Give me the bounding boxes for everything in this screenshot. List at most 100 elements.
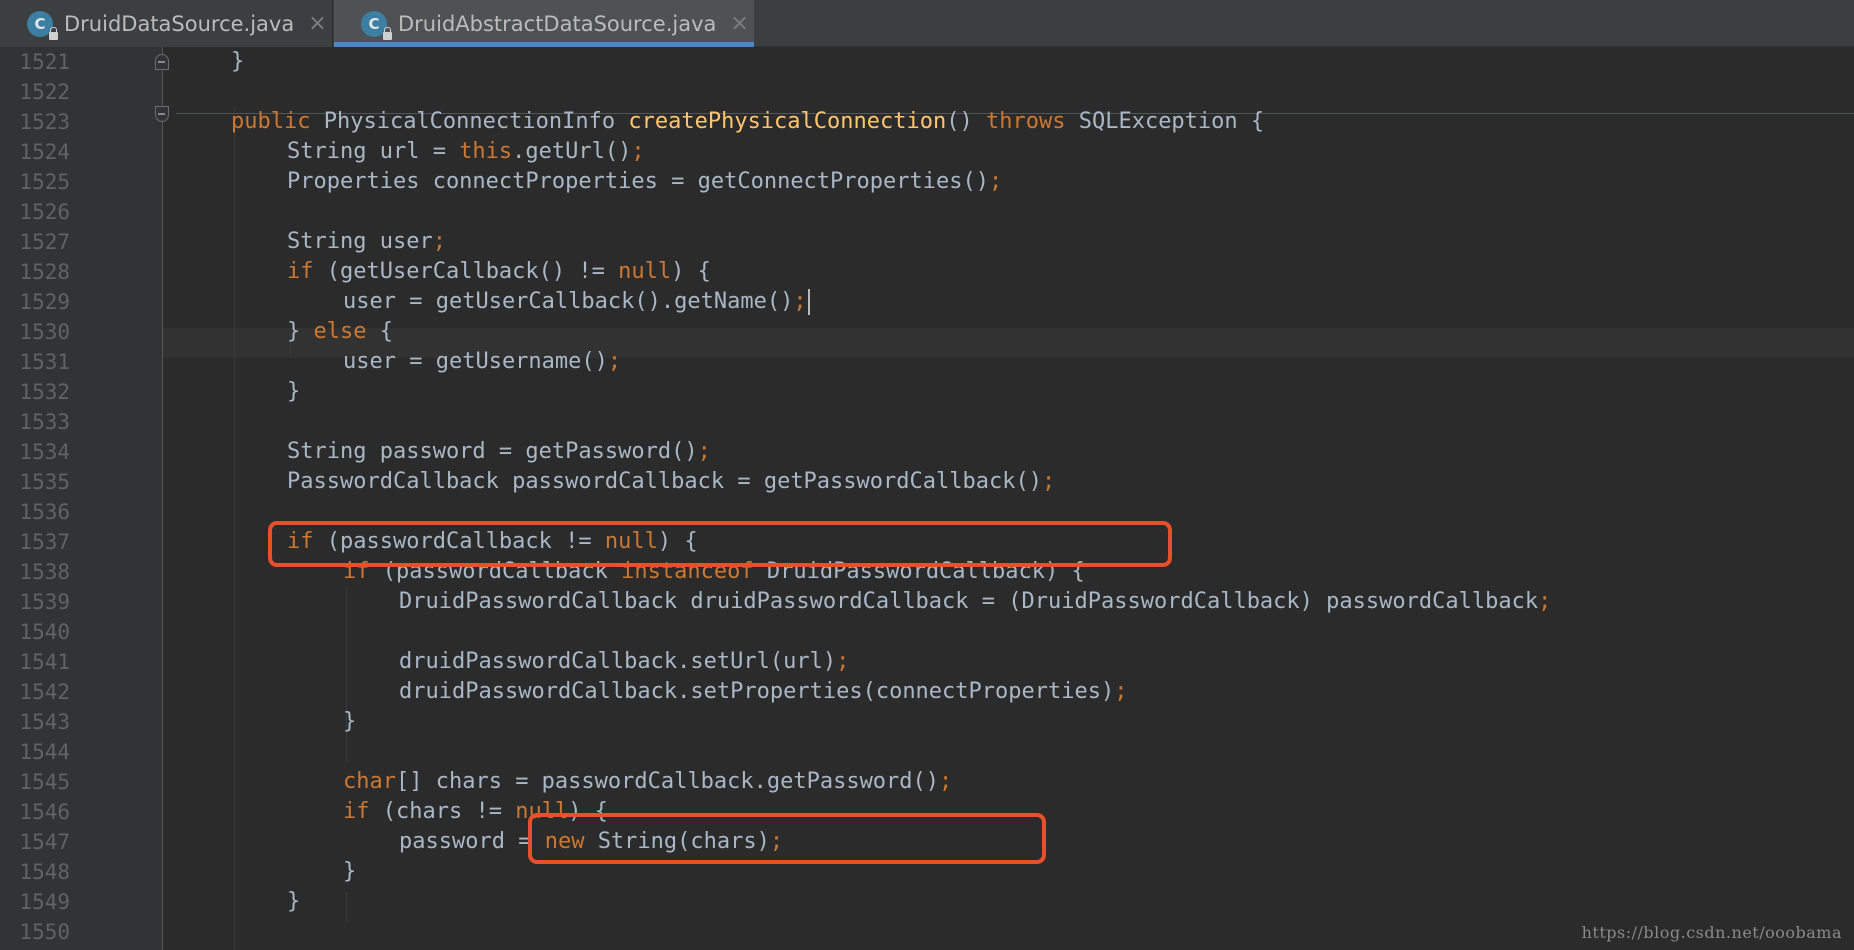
code-keyword: public	[231, 109, 324, 134]
code-line: }	[0, 887, 1854, 917]
java-class-locked-icon: C	[27, 10, 58, 40]
code-keyword: ;	[1114, 679, 1128, 704]
code-keyword: this	[459, 139, 513, 164]
code-keyword: ;	[697, 439, 711, 464]
ide-window: C DruidDataSource.java × C DruidAbstract…	[0, 0, 1854, 950]
code-text: String url =	[287, 139, 460, 164]
code-text: SQLException {	[1078, 109, 1265, 134]
code-keyword: ;	[1041, 469, 1056, 494]
code-line: if (passwordCallback != null) {	[0, 527, 1854, 557]
code-keyword: instanceof	[621, 559, 767, 584]
code-text: ) {	[657, 529, 698, 554]
code-text: DruidPasswordCallback) {	[766, 559, 1085, 584]
close-icon[interactable]: ×	[730, 12, 748, 35]
code-text: String(chars)	[597, 829, 770, 854]
code-keyword: if	[287, 259, 327, 284]
class-letter: C	[34, 14, 46, 33]
code-keyword: if	[343, 559, 383, 584]
code-lines[interactable]: } public PhysicalConnectionInfo createPhy…	[0, 47, 1854, 947]
code-text: ) {	[671, 259, 711, 284]
editor-tab-bar: C DruidDataSource.java × C DruidAbstract…	[0, 0, 1854, 47]
code-keyword: ;	[607, 349, 622, 374]
code-line: public PhysicalConnectionInfo createPhys…	[0, 107, 1854, 137]
code-line: if (chars != null) {	[0, 797, 1854, 827]
code-keyword: null	[604, 529, 658, 554]
code-text: Properties connectProperties = getConnec…	[287, 169, 989, 194]
code-keyword: ;	[1538, 589, 1552, 614]
code-line: druidPasswordCallback.setProperties(conn…	[0, 677, 1854, 707]
code-line: Properties connectProperties = getConnec…	[0, 167, 1854, 197]
code-line: PasswordCallback passwordCallback = getP…	[0, 467, 1854, 497]
code-line: }	[0, 47, 1854, 77]
code-text: String user	[287, 229, 433, 254]
code-line: if (getUserCallback() != null) {	[0, 257, 1854, 287]
lock-icon	[383, 26, 392, 40]
lock-icon	[49, 26, 58, 40]
code-text: PhysicalConnectionInfo	[323, 109, 629, 134]
code-keyword: ;	[631, 139, 645, 164]
code-text: }	[343, 859, 357, 884]
code-line: if (passwordCallback instanceof DruidPas…	[0, 557, 1854, 587]
code-text: String password = getPassword()	[287, 439, 698, 464]
code-text: ()	[946, 109, 986, 134]
code-text: (getUserCallback() !=	[326, 259, 619, 284]
code-keyword: ;	[989, 169, 1003, 194]
text-caret	[807, 289, 810, 315]
code-line: }	[0, 857, 1854, 887]
code-keyword: char	[343, 769, 396, 794]
code-text: }	[343, 709, 357, 734]
code-text: user = getUserCallback().getName()	[343, 289, 794, 314]
code-text: druidPasswordCallback.setProperties(conn…	[399, 679, 1115, 704]
code-keyword: ;	[793, 289, 807, 314]
code-text: (chars !=	[382, 799, 516, 824]
code-keyword: ;	[836, 649, 850, 674]
code-text: druidPasswordCallback.setUrl(url)	[399, 649, 837, 674]
code-keyword: null	[618, 259, 672, 284]
code-line: } else {	[0, 317, 1854, 347]
code-keyword: ;	[432, 229, 446, 254]
code-keyword: if	[287, 529, 327, 554]
code-line: password = new String(chars);	[0, 827, 1854, 857]
code-method-name: createPhysicalConnection	[628, 109, 947, 134]
code-text: }	[287, 379, 301, 404]
code-line: }	[0, 377, 1854, 407]
code-keyword: else	[313, 319, 380, 344]
code-text: password =	[399, 829, 545, 854]
java-class-locked-icon: C	[361, 10, 392, 40]
tab-druid-data-source[interactable]: C DruidDataSource.java ×	[0, 0, 333, 47]
code-keyword: if	[343, 799, 383, 824]
code-text: ) {	[568, 799, 608, 824]
code-text: (passwordCallback	[382, 559, 622, 584]
tab-druid-abstract-data-source[interactable]: C DruidAbstractDataSource.java ×	[334, 0, 754, 47]
code-text: .getUrl()	[512, 139, 632, 164]
code-line: }	[0, 707, 1854, 737]
code-keyword: ;	[939, 769, 953, 794]
code-text: DruidPasswordCallback druidPasswordCallb…	[399, 589, 1539, 614]
code-keyword: throws	[986, 109, 1079, 134]
code-line: druidPasswordCallback.setUrl(url);	[0, 647, 1854, 677]
code-line: DruidPasswordCallback druidPasswordCallb…	[0, 587, 1854, 617]
code-text: }	[287, 889, 301, 914]
code-text: user = getUsername()	[343, 349, 608, 374]
code-keyword: ;	[769, 829, 784, 854]
code-editor[interactable]: 1521 1522 1523 1524 1525 1526 1527 1528 1529 1530…	[0, 47, 1854, 950]
code-text: PasswordCallback passwordCallback = getP…	[287, 469, 1042, 494]
code-text: (passwordCallback !=	[326, 529, 605, 554]
code-keyword: new	[544, 829, 598, 854]
code-line: user = getUsername();	[0, 347, 1854, 377]
code-text: }	[231, 49, 245, 74]
code-keyword: null	[515, 799, 569, 824]
watermark: https://blog.csdn.net/ooobama	[1581, 923, 1842, 942]
class-letter: C	[368, 14, 380, 33]
code-line: String password = getPassword();	[0, 437, 1854, 467]
close-icon[interactable]: ×	[308, 12, 326, 35]
code-text: [] chars = passwordCallback.getPassword(…	[395, 769, 940, 794]
tab-label: DruidDataSource.java	[64, 11, 295, 36]
